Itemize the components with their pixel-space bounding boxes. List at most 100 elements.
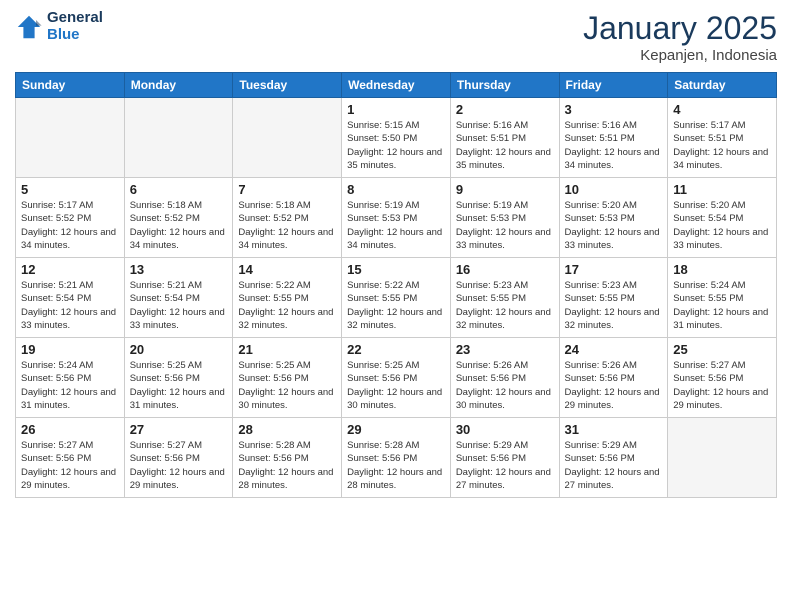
day-number: 11 — [673, 182, 771, 197]
table-row: 17 Sunrise: 5:23 AMSunset: 5:55 PMDayligh… — [559, 258, 668, 338]
day-info: Sunrise: 5:19 AMSunset: 5:53 PMDaylight:… — [347, 199, 445, 252]
day-number: 21 — [238, 342, 336, 357]
table-row: 7Sunrise: 5:18 AMSunset: 5:52 PMDaylight… — [233, 178, 342, 258]
day-number: 3 — [565, 102, 663, 117]
day-info: Sunrise: 5:28 AMSunset: 5:56 PMDaylight:… — [347, 439, 445, 492]
table-row: 6Sunrise: 5:18 AMSunset: 5:52 PMDaylight… — [124, 178, 233, 258]
table-row: 10 Sunrise: 5:20 AMSunset: 5:53 PMDayligh… — [559, 178, 668, 258]
day-number: 13 — [130, 262, 228, 277]
table-row: 24 Sunrise: 5:26 AMSunset: 5:56 PMDayligh… — [559, 338, 668, 418]
table-row: 27 Sunrise: 5:27 AMSunset: 5:56 PMDayligh… — [124, 418, 233, 498]
day-info: Sunrise: 5:15 AMSunset: 5:50 PMDaylight:… — [347, 119, 445, 172]
day-info: Sunrise: 5:25 AMSunset: 5:56 PMDaylight:… — [347, 359, 445, 412]
table-row: 29Sunrise: 5:28 AMSunset: 5:56 PMDayligh… — [342, 418, 451, 498]
day-info: Sunrise: 5:26 AMSunset: 5:56 PMDaylight:… — [456, 359, 554, 412]
day-info: Sunrise: 5:27 AMSunset: 5:56 PMDaylight:… — [130, 439, 228, 492]
day-number: 15 — [347, 262, 445, 277]
day-number: 24 — [565, 342, 663, 357]
table-row: 3 Sunrise: 5:16 AMSunset: 5:51 PMDaylight… — [559, 98, 668, 178]
day-number: 12 — [21, 262, 119, 277]
day-number: 1 — [347, 102, 445, 117]
day-info: Sunrise: 5:17 AMSunset: 5:51 PMDaylight:… — [673, 119, 771, 172]
table-row: 30 Sunrise: 5:29 AMSunset: 5:56 PMDayligh… — [450, 418, 559, 498]
day-info: Sunrise: 5:29 AMSunset: 5:56 PMDaylight:… — [456, 439, 554, 492]
table-row: 19Sunrise: 5:24 AMSunset: 5:56 PMDayligh… — [16, 338, 125, 418]
day-number: 25 — [673, 342, 771, 357]
day-info: Sunrise: 5:19 AMSunset: 5:53 PMDaylight:… — [456, 199, 554, 252]
table-row: 11 Sunrise: 5:20 AMSunset: 5:54 PMDayligh… — [668, 178, 777, 258]
day-number: 16 — [456, 262, 554, 277]
calendar-week-row: 5Sunrise: 5:17 AMSunset: 5:52 PMDaylight… — [16, 178, 777, 258]
calendar-subtitle: Kepanjen, Indonesia — [583, 47, 777, 64]
table-row: 26 Sunrise: 5:27 AMSunset: 5:56 PMDayligh… — [16, 418, 125, 498]
table-row: 13Sunrise: 5:21 AMSunset: 5:54 PMDayligh… — [124, 258, 233, 338]
day-number: 9 — [456, 182, 554, 197]
day-info: Sunrise: 5:20 AMSunset: 5:53 PMDaylight:… — [565, 199, 663, 252]
day-number: 26 — [21, 422, 119, 437]
header-friday: Friday — [559, 73, 668, 98]
table-row — [16, 98, 125, 178]
day-info: Sunrise: 5:16 AMSunset: 5:51 PMDaylight:… — [456, 119, 554, 172]
day-number: 4 — [673, 102, 771, 117]
calendar-week-row: 12 Sunrise: 5:21 AMSunset: 5:54 PMDayligh… — [16, 258, 777, 338]
table-row: 4 Sunrise: 5:17 AMSunset: 5:51 PMDaylight… — [668, 98, 777, 178]
calendar-week-row: 19Sunrise: 5:24 AMSunset: 5:56 PMDayligh… — [16, 338, 777, 418]
table-row: 21Sunrise: 5:25 AMSunset: 5:56 PMDayligh… — [233, 338, 342, 418]
title-block: January 2025 Kepanjen, Indonesia — [583, 10, 777, 64]
day-number: 17 — [565, 262, 663, 277]
header-thursday: Thursday — [450, 73, 559, 98]
day-info: Sunrise: 5:22 AMSunset: 5:55 PMDaylight:… — [238, 279, 336, 332]
table-row — [233, 98, 342, 178]
table-row: 31Sunrise: 5:29 AMSunset: 5:56 PMDayligh… — [559, 418, 668, 498]
table-row: 12 Sunrise: 5:21 AMSunset: 5:54 PMDayligh… — [16, 258, 125, 338]
day-info: Sunrise: 5:23 AMSunset: 5:55 PMDaylight:… — [456, 279, 554, 332]
table-row: 28Sunrise: 5:28 AMSunset: 5:56 PMDayligh… — [233, 418, 342, 498]
day-info: Sunrise: 5:24 AMSunset: 5:56 PMDaylight:… — [21, 359, 119, 412]
table-row: 20 Sunrise: 5:25 AMSunset: 5:56 PMDayligh… — [124, 338, 233, 418]
page: General Blue January 2025 Kepanjen, Indo… — [0, 0, 792, 612]
table-row — [124, 98, 233, 178]
day-number: 20 — [130, 342, 228, 357]
table-row: 16 Sunrise: 5:23 AMSunset: 5:55 PMDayligh… — [450, 258, 559, 338]
day-number: 8 — [347, 182, 445, 197]
table-row: 8 Sunrise: 5:19 AMSunset: 5:53 PMDaylight… — [342, 178, 451, 258]
logo: General Blue — [15, 10, 103, 43]
day-info: Sunrise: 5:18 AMSunset: 5:52 PMDaylight:… — [238, 199, 336, 252]
header-saturday: Saturday — [668, 73, 777, 98]
calendar-title: January 2025 — [583, 10, 777, 47]
day-number: 2 — [456, 102, 554, 117]
day-number: 27 — [130, 422, 228, 437]
calendar-week-row: 26 Sunrise: 5:27 AMSunset: 5:56 PMDayligh… — [16, 418, 777, 498]
table-row: 23 Sunrise: 5:26 AMSunset: 5:56 PMDayligh… — [450, 338, 559, 418]
table-row: 22 Sunrise: 5:25 AMSunset: 5:56 PMDayligh… — [342, 338, 451, 418]
day-info: Sunrise: 5:27 AMSunset: 5:56 PMDaylight:… — [21, 439, 119, 492]
day-number: 30 — [456, 422, 554, 437]
day-info: Sunrise: 5:18 AMSunset: 5:52 PMDaylight:… — [130, 199, 228, 252]
day-info: Sunrise: 5:17 AMSunset: 5:52 PMDaylight:… — [21, 199, 119, 252]
day-number: 22 — [347, 342, 445, 357]
day-info: Sunrise: 5:16 AMSunset: 5:51 PMDaylight:… — [565, 119, 663, 172]
header-sunday: Sunday — [16, 73, 125, 98]
day-number: 18 — [673, 262, 771, 277]
day-info: Sunrise: 5:23 AMSunset: 5:55 PMDaylight:… — [565, 279, 663, 332]
table-row: 1 Sunrise: 5:15 AMSunset: 5:50 PMDaylight… — [342, 98, 451, 178]
day-info: Sunrise: 5:21 AMSunset: 5:54 PMDaylight:… — [21, 279, 119, 332]
day-info: Sunrise: 5:29 AMSunset: 5:56 PMDaylight:… — [565, 439, 663, 492]
day-number: 28 — [238, 422, 336, 437]
logo-icon — [15, 13, 43, 41]
table-row: 9 Sunrise: 5:19 AMSunset: 5:53 PMDaylight… — [450, 178, 559, 258]
day-info: Sunrise: 5:20 AMSunset: 5:54 PMDaylight:… — [673, 199, 771, 252]
day-info: Sunrise: 5:26 AMSunset: 5:56 PMDaylight:… — [565, 359, 663, 412]
header-wednesday: Wednesday — [342, 73, 451, 98]
day-number: 10 — [565, 182, 663, 197]
day-number: 23 — [456, 342, 554, 357]
table-row: 14 Sunrise: 5:22 AMSunset: 5:55 PMDayligh… — [233, 258, 342, 338]
header-monday: Monday — [124, 73, 233, 98]
day-info: Sunrise: 5:24 AMSunset: 5:55 PMDaylight:… — [673, 279, 771, 332]
weekday-header-row: Sunday Monday Tuesday Wednesday Thursday… — [16, 73, 777, 98]
day-number: 14 — [238, 262, 336, 277]
table-row: 2 Sunrise: 5:16 AMSunset: 5:51 PMDaylight… — [450, 98, 559, 178]
table-row: 5Sunrise: 5:17 AMSunset: 5:52 PMDaylight… — [16, 178, 125, 258]
logo-text: General Blue — [47, 10, 103, 43]
day-info: Sunrise: 5:25 AMSunset: 5:56 PMDaylight:… — [130, 359, 228, 412]
